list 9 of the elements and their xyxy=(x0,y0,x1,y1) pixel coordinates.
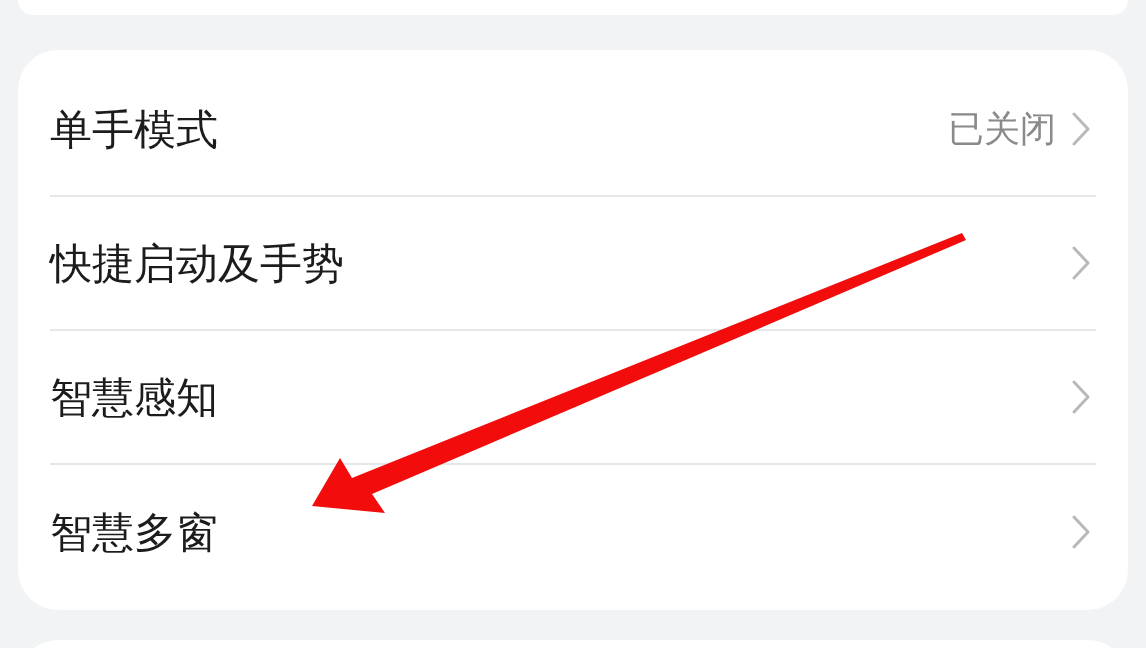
setting-label[interactable]: 智慧多窗 xyxy=(50,500,218,564)
setting-label[interactable]: 单手模式 xyxy=(50,97,218,161)
setting-label[interactable]: 智慧感知 xyxy=(50,365,218,429)
setting-label[interactable]: 快捷启动及手势 xyxy=(50,231,344,295)
chevron-icon xyxy=(1072,380,1090,414)
setting-value: 已关闭 xyxy=(948,107,1056,151)
chevron-icon xyxy=(1072,515,1090,549)
chevron-icon xyxy=(1072,246,1090,280)
chevron-icon xyxy=(1072,112,1090,146)
